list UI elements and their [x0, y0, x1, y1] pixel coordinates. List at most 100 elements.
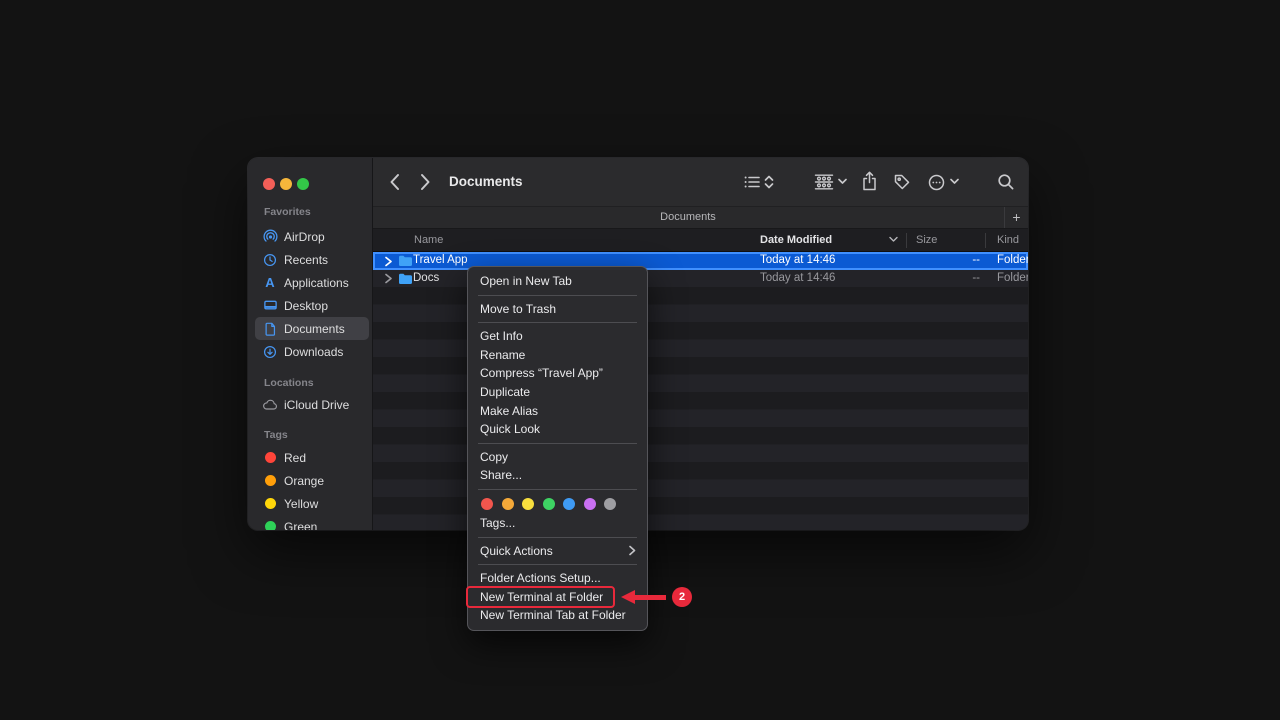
column-divider[interactable] [906, 233, 907, 248]
sidebar-item-airdrop[interactable]: AirDrop [255, 225, 369, 248]
new-tab-button[interactable]: + [1004, 207, 1028, 228]
menu-item-quick-actions[interactable]: Quick Actions [468, 542, 647, 561]
red-tag-dot [262, 450, 278, 466]
sidebar-item-icloud-drive[interactable]: iCloud Drive [255, 393, 369, 416]
menu-separator [478, 537, 637, 538]
column-name[interactable]: Name [414, 229, 443, 251]
sidebar-tag-orange[interactable]: Orange [255, 469, 369, 492]
file-name: Travel App [413, 252, 468, 270]
tag-orange-dot[interactable] [502, 498, 514, 510]
menu-item-folder-actions-setup[interactable]: Folder Actions Setup... [468, 569, 647, 588]
sidebar-item-label: Red [284, 451, 306, 465]
minimize-window-button[interactable] [280, 178, 292, 190]
menu-item-compress[interactable]: Compress “Travel App” [468, 364, 647, 383]
tag-icon[interactable] [893, 173, 911, 191]
menu-item-share[interactable]: Share... [468, 466, 647, 485]
cloud-icon [262, 397, 278, 413]
file-size: -- [928, 270, 980, 288]
tag-green-dot[interactable] [543, 498, 555, 510]
sidebar-item-label: Orange [284, 474, 324, 488]
tag-yellow-dot[interactable] [522, 498, 534, 510]
disclosure-chevron-icon[interactable] [384, 256, 393, 267]
context-menu: Open in New Tab Move to Trash Get Info R… [467, 266, 648, 631]
view-sort-chevrons-icon[interactable] [764, 174, 774, 190]
yellow-tag-dot [262, 496, 278, 512]
menu-item-quick-look[interactable]: Quick Look [468, 420, 647, 439]
annotation-step-badge: 2 [672, 587, 692, 607]
more-actions-icon[interactable] [927, 173, 946, 192]
file-date-modified: Today at 14:46 [760, 270, 835, 288]
sidebar-tag-green[interactable]: Green [255, 515, 369, 530]
sidebar-item-label: AirDrop [284, 230, 325, 244]
column-size[interactable]: Size [916, 229, 937, 251]
sidebar-item-label: Documents [284, 322, 345, 336]
orange-tag-dot [262, 473, 278, 489]
more-actions-chevron-icon[interactable] [950, 178, 959, 185]
desktop-background: Favorites AirDrop Recents [0, 0, 1280, 720]
sidebar-item-applications[interactable]: A Applications [255, 271, 369, 294]
menu-item-copy[interactable]: Copy [468, 448, 647, 467]
column-date-modified[interactable]: Date Modified [760, 229, 832, 251]
menu-item-new-terminal-at-folder[interactable]: New Terminal at Folder 2 [468, 588, 647, 607]
favorites-heading: Favorites [264, 206, 311, 218]
menu-item-get-info[interactable]: Get Info [468, 327, 647, 346]
close-window-button[interactable] [263, 178, 275, 190]
tag-purple-dot[interactable] [584, 498, 596, 510]
column-divider[interactable] [985, 233, 986, 248]
submenu-chevron-icon [629, 545, 636, 556]
green-tag-dot [262, 519, 278, 531]
menu-separator [478, 295, 637, 296]
tag-gray-dot[interactable] [604, 498, 616, 510]
menu-item-new-terminal-tab-at-folder[interactable]: New Terminal Tab at Folder [468, 606, 647, 625]
sidebar-item-label: Green [284, 520, 317, 531]
menu-separator [478, 322, 637, 323]
back-button[interactable] [389, 173, 400, 191]
document-icon [262, 321, 278, 337]
toolbar: Documents [373, 158, 1028, 206]
window-title: Documents [449, 174, 523, 189]
menu-separator [478, 564, 637, 565]
sidebar-item-documents[interactable]: Documents [255, 317, 369, 340]
sidebar-item-recents[interactable]: Recents [255, 248, 369, 271]
sidebar-item-label: Downloads [284, 345, 343, 359]
menu-item-rename[interactable]: Rename [468, 346, 647, 365]
column-header: Name Date Modified Size Kind [373, 229, 1028, 252]
annotation-arrow-shaft [633, 595, 666, 600]
sort-chevron-icon[interactable] [889, 236, 898, 243]
sidebar-item-downloads[interactable]: Downloads [255, 340, 369, 363]
airdrop-icon [262, 229, 278, 245]
desktop-icon [262, 298, 278, 314]
file-size: -- [928, 252, 980, 270]
menu-separator [478, 443, 637, 444]
menu-item-duplicate[interactable]: Duplicate [468, 383, 647, 402]
file-date-modified: Today at 14:46 [760, 252, 835, 270]
tag-blue-dot[interactable] [563, 498, 575, 510]
tag-red-dot[interactable] [481, 498, 493, 510]
sidebar-item-desktop[interactable]: Desktop [255, 294, 369, 317]
file-kind: Folder [997, 270, 1028, 288]
menu-item-open-in-new-tab[interactable]: Open in New Tab [468, 272, 647, 291]
share-icon[interactable] [861, 171, 878, 192]
sidebar-tag-yellow[interactable]: Yellow [255, 492, 369, 515]
disclosure-chevron-icon[interactable] [384, 273, 393, 284]
menu-separator [478, 489, 637, 490]
forward-button[interactable] [420, 173, 431, 191]
search-icon[interactable] [997, 173, 1015, 191]
menu-item-move-to-trash[interactable]: Move to Trash [468, 300, 647, 319]
menu-item-make-alias[interactable]: Make Alias [468, 402, 647, 421]
group-by-icon[interactable] [814, 173, 834, 191]
column-kind[interactable]: Kind [997, 229, 1019, 251]
sidebar-item-label: Yellow [284, 497, 318, 511]
tab-documents[interactable]: Documents [373, 207, 1003, 228]
menu-item-tags[interactable]: Tags... [468, 514, 647, 533]
download-icon [262, 344, 278, 360]
list-view-icon[interactable] [743, 173, 761, 191]
zoom-window-button[interactable] [297, 178, 309, 190]
clock-icon [262, 252, 278, 268]
folder-icon [398, 254, 412, 267]
sidebar-tag-red[interactable]: Red [255, 446, 369, 469]
tags-heading: Tags [264, 429, 288, 441]
group-by-chevron-icon[interactable] [838, 178, 847, 185]
sidebar-item-label: Applications [284, 276, 349, 290]
tag-color-row [468, 494, 647, 514]
